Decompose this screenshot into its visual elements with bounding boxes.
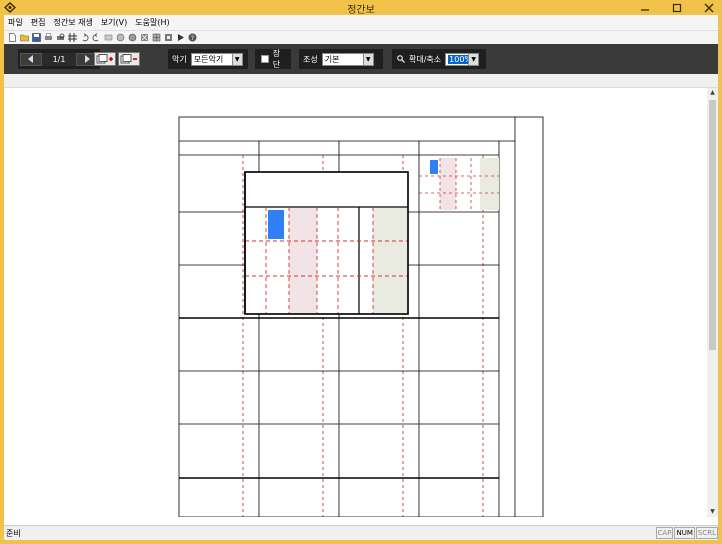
grid-icon[interactable] [68,33,77,42]
remove-page-icon [120,54,137,64]
instrument-select[interactable]: 모든악기 ▼ [190,52,243,66]
zoom-group: 확대/축소 100% ▼ [392,49,486,69]
jo-label: 조성 [303,54,318,64]
print-preview-icon[interactable] [56,33,65,42]
control-toolbar: 1/1 악기 모든악기 ▼ 장단 조성 기본 ▼ 확대/축소 100% ▼ [4,44,718,74]
help-icon[interactable]: ? [188,33,197,42]
mini-selection-cursor [430,160,438,174]
ruler-strip [4,74,718,88]
page-edit-group [92,49,148,69]
jangdan-label: 장단 [272,49,281,69]
overlay-pink-column [289,208,317,313]
new-icon[interactable] [8,33,17,42]
menu-playback[interactable]: 정간보 재생 [53,17,92,28]
menu-edit[interactable]: 편집 [31,17,46,28]
jo-value: 기본 [324,54,340,64]
status-bar: 준비 CAP NUM SCRL [4,525,718,540]
add-page-icon [96,54,113,64]
find-icon[interactable] [152,33,161,42]
print-icon[interactable] [44,33,53,42]
chevron-down-icon: ▼ [362,53,373,65]
overlay-green-column [373,208,407,313]
instrument-group: 악기 모든악기 ▼ [168,49,248,69]
scrl-indicator: SCRL [695,527,718,539]
title-bar: 정간보 [0,0,722,16]
scroll-down-icon[interactable]: ▼ [709,508,716,516]
selection-cursor[interactable] [268,210,284,239]
jangdan-checkbox[interactable] [261,55,269,63]
scroll-thumb[interactable] [709,100,716,350]
copy-icon[interactable] [116,33,125,42]
undo-icon[interactable] [80,33,89,42]
close-icon [704,3,714,12]
menu-view[interactable]: 보기(V) [101,17,127,28]
close-button[interactable] [702,1,716,15]
instrument-label: 악기 [172,54,187,64]
remove-page-button[interactable] [118,52,140,66]
window-title: 정간보 [347,5,375,16]
scroll-up-icon[interactable]: ▲ [709,89,716,97]
jo-select[interactable]: 기본 ▼ [321,52,374,66]
svg-text:?: ? [191,35,194,42]
right-arrow-icon [85,55,90,63]
client-area: ▲ ▼ [4,74,718,525]
chevron-down-icon: ▼ [231,53,242,65]
magnifier-icon [397,55,405,63]
jo-group: 조성 기본 ▼ [299,49,383,69]
status-text: 준비 [6,528,21,538]
cut-icon[interactable] [104,33,113,42]
zoom-label: 확대/축소 [409,54,442,64]
minimize-icon [641,8,649,11]
maximize-button[interactable] [670,1,684,15]
save-icon[interactable] [32,33,41,42]
page-navigator: 1/1 [18,49,100,69]
open-icon[interactable] [20,33,29,42]
redo-icon[interactable] [92,33,101,42]
left-arrow-icon [28,55,33,63]
jangdan-group: 장단 [255,49,291,69]
vertical-scrollbar[interactable]: ▲ ▼ [707,88,718,517]
menu-bar: 파일 편집 정간보 재생 보기(V) 도움말(H) [4,15,718,30]
score-canvas[interactable] [4,88,707,518]
mini-green-column [480,158,499,210]
zoom-select[interactable]: 100% ▼ [445,52,480,66]
settings-icon[interactable] [164,33,173,42]
chevron-down-icon: ▼ [468,53,479,65]
minimize-button[interactable] [638,1,652,15]
num-indicator: NUM [674,527,695,539]
mini-pink-column [440,158,456,210]
prev-page-button[interactable] [20,52,42,66]
cap-indicator: CAP [655,527,674,539]
jeonggan-score [178,116,544,518]
menu-help[interactable]: 도움말(H) [135,17,169,28]
page-indicator: 1/1 [42,52,76,66]
paste-icon[interactable] [128,33,137,42]
delete-icon[interactable] [140,33,149,42]
instrument-value: 모든악기 [193,54,224,64]
standard-toolbar: ? [4,30,718,44]
maximize-icon [672,3,682,12]
add-page-button[interactable] [94,52,116,66]
menu-file[interactable]: 파일 [8,17,23,28]
play-icon[interactable] [176,33,185,42]
key-indicators: CAP NUM SCRL [655,527,718,539]
